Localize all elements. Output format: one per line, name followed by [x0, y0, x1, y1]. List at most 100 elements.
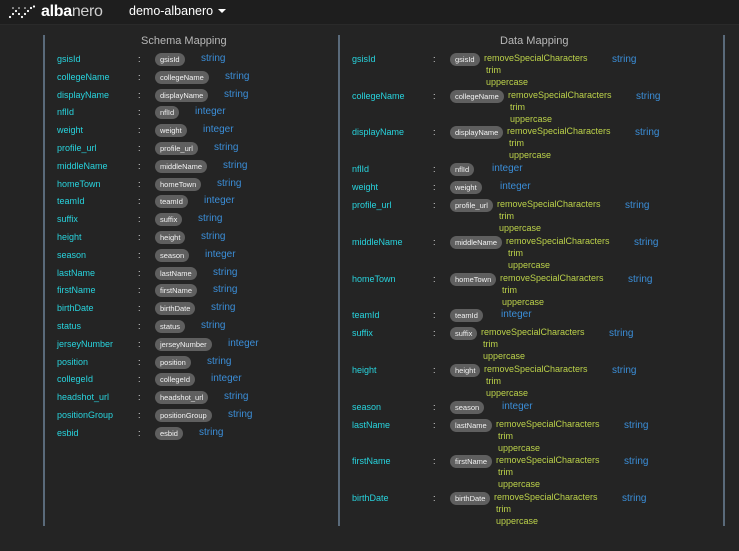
column-chip[interactable]: middleName [450, 235, 503, 249]
transform-item: removeSpecialCharacters [500, 272, 604, 283]
column-chip[interactable]: height [155, 231, 186, 244]
column-chip[interactable]: displayName [450, 126, 504, 140]
data-mapping-title: Data Mapping [500, 35, 569, 47]
field-name: headshot_url [57, 392, 110, 403]
separator-colon: : [138, 107, 141, 118]
column-chip[interactable]: teamId [450, 309, 483, 323]
data-type: string [634, 236, 659, 248]
separator-colon: : [433, 493, 436, 503]
data-type: string [213, 266, 238, 278]
transform-item: removeSpecialCharacters [496, 455, 600, 466]
field-name: gsisId [57, 54, 81, 64]
caret-down-icon [218, 9, 227, 13]
field-name: birthDate [57, 303, 94, 314]
transform-item: removeSpecialCharacters [481, 327, 585, 338]
column-chip[interactable]: middleName [155, 159, 208, 173]
data-type: string [214, 142, 239, 153]
column-chip[interactable]: collegeName [155, 70, 209, 84]
column-chip[interactable]: position [155, 355, 191, 369]
column-chip[interactable]: nflId [155, 106, 180, 120]
transform-item: removeSpecialCharacters [507, 126, 611, 137]
column-chip[interactable]: headshot_url [155, 391, 209, 405]
data-type: string [636, 90, 661, 102]
column-chip[interactable]: profile_url [155, 142, 198, 155]
field-name: firstName [57, 285, 96, 296]
separator-colon: : [138, 196, 141, 207]
column-chip[interactable]: profile_url [450, 199, 493, 213]
project-selector[interactable]: demo-albanero [129, 4, 227, 18]
separator-colon: : [138, 160, 141, 171]
column-chip[interactable]: weight [450, 181, 482, 195]
column-chip[interactable]: lastName [450, 418, 492, 432]
data-type: string [628, 273, 653, 285]
data-type: integer [228, 337, 259, 349]
data-type: string [228, 409, 253, 420]
separator-colon: : [433, 328, 436, 339]
column-chip[interactable]: suffix [155, 213, 183, 227]
column-chip[interactable]: collegeId [155, 373, 196, 387]
separator-colon: : [138, 143, 141, 153]
column-chip[interactable]: height [450, 363, 481, 377]
transform-item: uppercase [509, 150, 552, 161]
column-chip[interactable]: firstName [155, 284, 198, 298]
column-chip[interactable]: jerseyNumber [155, 337, 212, 351]
column-chip[interactable]: firstName [450, 455, 493, 469]
transform-item: trim [498, 430, 513, 441]
field-name: middleName [57, 160, 108, 171]
top-bar: albanero demo-albanero [0, 0, 739, 25]
field-name: season [352, 401, 382, 412]
separator-colon: : [138, 285, 141, 296]
separator-colon: : [138, 392, 141, 403]
field-name: homeTown [352, 273, 396, 284]
column-chip[interactable]: collegeName [450, 89, 504, 103]
field-name: firstName [352, 456, 391, 467]
transform-item: removeSpecialCharacters [496, 418, 600, 429]
column-chip[interactable]: lastName [155, 266, 197, 280]
column-chip[interactable]: season [450, 400, 485, 414]
column-chip[interactable]: teamId [155, 195, 188, 209]
column-chip[interactable]: weight [155, 124, 187, 138]
field-name: season [57, 249, 87, 260]
transform-item: removeSpecialCharacters [484, 363, 588, 374]
field-name: lastName [352, 419, 391, 430]
column-chip[interactable]: suffix [450, 327, 478, 341]
data-type: string [224, 88, 249, 100]
data-type: string [213, 284, 238, 296]
column-chip[interactable]: homeTown [450, 272, 497, 286]
column-chip[interactable]: season [155, 248, 190, 262]
column-chip[interactable]: gsisId [155, 53, 185, 66]
column-chip[interactable]: displayName [155, 88, 209, 102]
column-chip[interactable]: birthDate [450, 492, 491, 505]
transform-item: removeSpecialCharacters [506, 235, 610, 246]
separator-colon: : [138, 249, 141, 260]
separator-colon: : [138, 338, 141, 349]
data-type: integer [195, 106, 226, 118]
column-chip[interactable]: positionGroup [155, 409, 212, 422]
separator-colon: : [138, 427, 141, 438]
schema-panel-right-border [338, 35, 340, 526]
data-type: string [211, 302, 236, 314]
logo-wordmark-bold: alba [41, 3, 72, 20]
column-chip[interactable]: gsisId [450, 53, 480, 66]
column-chip[interactable]: status [155, 320, 186, 333]
separator-colon: : [433, 54, 436, 64]
data-type: string [207, 355, 232, 367]
schema-panel-left-border [43, 35, 45, 526]
data-type: string [609, 328, 634, 340]
field-name: teamId [352, 310, 380, 321]
field-name: birthDate [352, 493, 389, 503]
column-chip[interactable]: birthDate [155, 302, 196, 316]
field-name: collegeName [57, 71, 110, 82]
transform-item: trim [510, 101, 525, 112]
separator-colon: : [433, 310, 436, 321]
column-chip[interactable]: homeTown [155, 177, 202, 191]
albanero-logo[interactable]: albanero [8, 3, 103, 21]
column-chip[interactable]: esbid [155, 426, 183, 440]
data-type: integer [211, 373, 242, 385]
field-name: esbid [57, 427, 79, 438]
transform-item: uppercase [498, 442, 541, 453]
column-chip[interactable]: nflId [450, 163, 475, 177]
field-name: nflId [352, 164, 370, 175]
data-type: string [223, 159, 248, 171]
transform-item: uppercase [483, 351, 526, 362]
